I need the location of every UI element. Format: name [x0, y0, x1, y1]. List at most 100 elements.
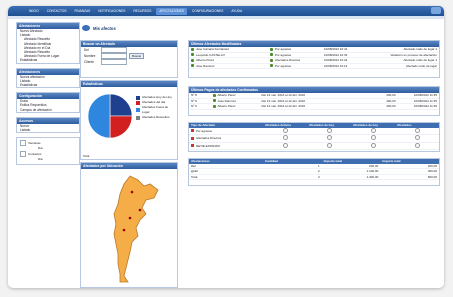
type-marker-icon [191, 144, 194, 148]
table-cell [395, 127, 439, 135]
search-button[interactable]: Buscar [129, 53, 145, 59]
nav-recursos[interactable]: RECURSOS [130, 8, 154, 15]
legend-swatch [136, 108, 140, 112]
table-cell: 600,00 [380, 174, 439, 180]
payments-table: Nº 8 Alberto Pérez Del 13 mar. 2016 al 12 … [189, 93, 439, 110]
status-dot-icon [282, 142, 288, 148]
table-cell: RETIE EXPANSO [189, 142, 263, 150]
nav-ayuda[interactable]: AYUDA [228, 8, 245, 15]
type-marker-icon [191, 129, 194, 133]
sidebar-section-accesos: Accesos Nuevo Listado [16, 116, 80, 134]
sidebar-section-afectados: Afectaciones Nuevo Afectado Listado Afec… [16, 22, 80, 64]
sidebar-section-configuracion: Configuración Estos Estilos Requeridos C… [16, 92, 80, 113]
pie-slice[interactable] [109, 93, 133, 117]
legend-item: Afectados Resueltos [136, 115, 176, 120]
filter-checkbox[interactable] [20, 151, 26, 158]
check-icon [212, 104, 216, 108]
table-row[interactable]: RETIE EXPANSO [189, 142, 439, 150]
legend-label: Afectados Fuera de Lugar [141, 105, 169, 114]
status-dot-icon [282, 135, 288, 140]
recent-affected-table: Jose Cámara Fernández Por agustos 10/08/20… [189, 47, 439, 69]
table-cell: 1.300,00 [321, 174, 381, 180]
table-row[interactable]: Por agustos [189, 127, 439, 135]
table-cell: Afectado ruido de lugar [376, 63, 439, 69]
legend-label: Afectados Resueltos [142, 115, 170, 119]
table-row[interactable]: Afectados Directos [189, 134, 439, 143]
pie-slice[interactable] [87, 93, 111, 139]
status-dot-icon [414, 127, 420, 133]
search-panel: Buscar un Afectado Dnl Nombre Buscar Cli… [80, 40, 178, 78]
check-icon [191, 53, 194, 57]
table-cell: 200,00 [363, 103, 398, 110]
cloud-icon [82, 25, 90, 31]
check-icon [270, 47, 273, 51]
stats-total-label: Total [83, 154, 90, 158]
check-icon [270, 64, 273, 68]
table-row[interactable]: Nº 9 Alberto Pérez Del 13 mar. 2016 al 12 … [189, 103, 439, 110]
nav-afectaciones[interactable]: AFECTACIONES [156, 8, 187, 15]
field-label: Dnl [84, 48, 89, 52]
types-panel: Tipo de Afectado Afectados Activos Afectad… [188, 122, 440, 152]
table-cell [307, 142, 351, 150]
check-icon [212, 93, 216, 97]
status-dot-icon [370, 127, 376, 133]
status-dot-icon [414, 142, 420, 148]
table-cell [307, 134, 351, 143]
filter-checkbox[interactable] [20, 140, 26, 147]
table-cell: 10/08/2012 11:35 [397, 103, 439, 110]
status-dot-icon [326, 127, 332, 133]
map-marker[interactable] [130, 190, 134, 194]
pie-chart [87, 93, 133, 139]
check-icon [191, 64, 194, 68]
nav-contactos[interactable]: CONTACTOS [44, 8, 70, 15]
argentina-map[interactable] [84, 170, 174, 285]
main-nav: INICIO CONTACTOS FINANZAS NOTIFICACIONES… [26, 8, 245, 15]
table-cell: Alberto Pérez [210, 103, 260, 110]
totals-table: Afectaciones Cantidad Importe total Importe… [189, 159, 439, 180]
sidebar-item[interactable]: Estadísticas [17, 83, 79, 87]
stats-panel: Estadísticas Afectados Hoy de Hoy Afecta… [80, 80, 178, 160]
nav-finanzas[interactable]: FINANZAS [71, 8, 93, 15]
table-cell [351, 127, 395, 135]
table-cell [263, 142, 307, 150]
table-cell: Jose Ramírez [189, 63, 268, 69]
table-row[interactable]: Jose Ramírez Por agustos 10/08/2012 10:14 A… [189, 63, 439, 69]
check-icon [212, 99, 216, 103]
app-window: INICIO CONTACTOS FINANZAS NOTIFICACIONES… [8, 6, 444, 288]
sidebar-item[interactable]: Campos de afectación [17, 108, 79, 112]
legend-swatch [136, 115, 140, 120]
table-cell [263, 127, 307, 135]
table-cell: Del 13 mar. 2016 al 12 abr. 2016 [259, 103, 364, 110]
map-marker[interactable] [138, 208, 142, 212]
filter-label: Dia [38, 157, 43, 162]
totals-panel: Afectaciones Cantidad Importe total Importe… [188, 158, 440, 186]
type-marker-icon [191, 136, 194, 140]
status-dot-icon [326, 135, 332, 140]
nav-notificaciones[interactable]: NOTIFICACIONES [95, 8, 128, 15]
table-cell: Por agustos [189, 127, 263, 135]
check-icon [270, 58, 273, 62]
table-cell [263, 134, 307, 143]
field-label: Nombre [84, 54, 96, 58]
filter-label: Contactos [28, 151, 42, 156]
page-title: Mis afectos [82, 24, 116, 32]
sidebar-item[interactable]: Estadísticas [17, 58, 79, 62]
top-navigation-bar: INICIO CONTACTOS FINANZAS NOTIFICACIONES… [8, 6, 444, 16]
status-dot-icon [370, 135, 376, 140]
map-marker[interactable] [122, 228, 126, 232]
nav-configuraciones[interactable]: CONFIGURACIONES [189, 8, 226, 15]
pie-slice[interactable] [109, 115, 133, 139]
types-table: Tipo de Afectado Afectados Activos Afectad… [189, 123, 439, 150]
page-title-text: Mis afectos [93, 25, 116, 31]
cliente-input[interactable] [101, 59, 127, 65]
map-marker[interactable] [128, 216, 132, 220]
sidebar-section-afectaciones: Afectaciones Nueva afectación Listado Es… [16, 67, 80, 89]
search-row-cliente: Cliente [81, 59, 177, 65]
account-button[interactable] [431, 7, 441, 14]
table-row[interactable]: Total 3 1.300,00 600,00 [189, 174, 439, 180]
pie-legend: Afectados Hoy de Hoy Afectados del día A… [136, 95, 176, 120]
sidebar-filter-form: Ventanas Dia Contactos Dia [16, 137, 80, 166]
check-icon [191, 58, 194, 62]
sidebar-item[interactable]: Listado [17, 128, 79, 132]
nav-inicio[interactable]: INICIO [26, 8, 42, 15]
